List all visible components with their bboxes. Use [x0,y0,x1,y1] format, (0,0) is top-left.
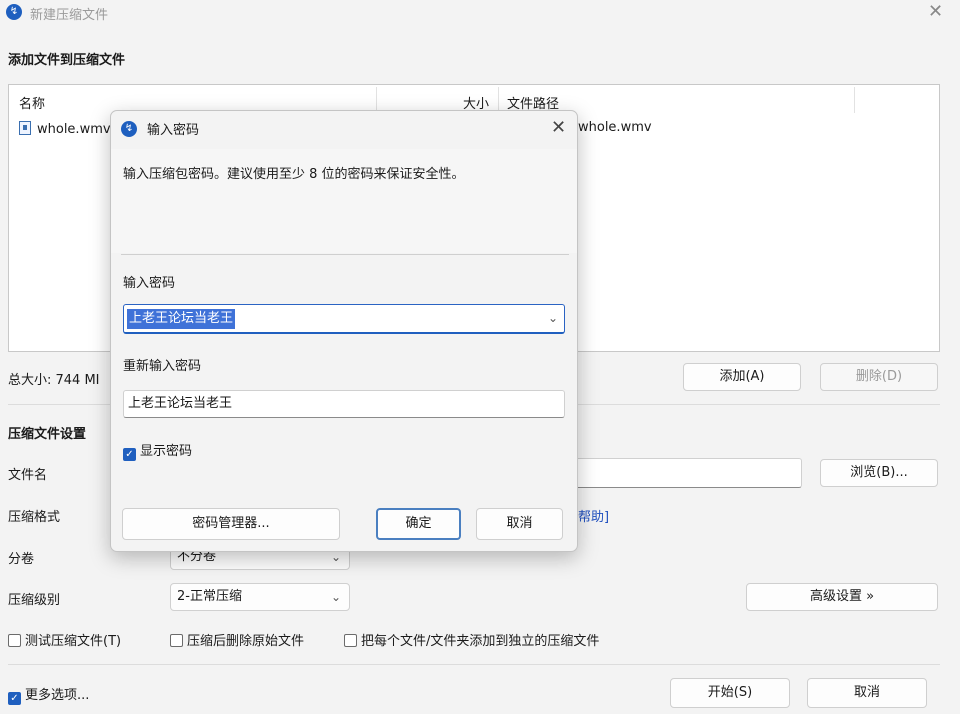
settings-title: 压缩文件设置 [8,427,87,442]
advanced-settings-button[interactable]: 高级设置 » [746,583,938,611]
level-value: 2-正常压缩 [177,589,242,604]
test-archive-checkbox[interactable]: 测试压缩文件(T) [8,630,121,649]
dialog-title: 输入密码 [147,123,200,138]
checkbox-icon [170,634,183,647]
divider [121,254,569,255]
file-name: whole.wmv [37,122,111,137]
start-button[interactable]: 开始(S) [670,678,790,708]
show-password-label: 显示密码 [140,444,193,459]
checkmark-icon: ✓ [8,692,21,705]
app-logo-icon: ↯ [121,121,137,137]
dialog-close-icon[interactable]: ✕ [551,119,566,137]
more-options-checkbox[interactable]: ✓ 更多选项... [8,684,89,705]
password-value-selected: 上老王论坛当老王 [127,309,236,329]
divider [8,664,940,665]
format-label: 压缩格式 [8,510,61,525]
level-select[interactable]: 2-正常压缩 ⌄ [170,583,350,611]
reenter-password-input[interactable]: 上老王论坛当老王 [123,390,565,418]
checkbox-icon [344,634,357,647]
reenter-password-label: 重新输入密码 [123,359,202,374]
total-size: 总大小: 744 MI [8,373,100,388]
password-combobox[interactable]: 上老王论坛当老王 ⌄ [123,304,565,334]
archive-window: ↯ 新建压缩文件 ✕ 添加文件到压缩文件 名称 大小 文件路径 whole.wm… [0,0,960,714]
app-logo-icon: ↯ [6,4,22,20]
test-archive-label: 测试压缩文件(T) [25,634,122,649]
split-label: 分卷 [8,552,35,567]
password-manager-button[interactable]: 密码管理器... [122,508,340,540]
password-label: 输入密码 [123,276,176,291]
checkbox-icon [8,634,21,647]
filename-label: 文件名 [8,468,48,483]
add-button[interactable]: 添加(A) [683,363,801,391]
checkmark-icon: ✓ [123,448,136,461]
add-files-title: 添加文件到压缩文件 [8,53,126,68]
delete-original-label: 压缩后删除原始文件 [187,634,305,649]
more-options-label: 更多选项... [25,688,90,703]
table-row[interactable]: whole.wmv [19,121,111,137]
delete-button[interactable]: 删除(D) [820,363,938,391]
delete-original-checkbox[interactable]: 压缩后删除原始文件 [170,630,304,649]
help-link[interactable]: 帮助] [578,506,609,525]
file-path: whole.wmv [578,120,652,135]
column-header-name[interactable]: 名称 [19,93,45,112]
ok-button[interactable]: 确定 [376,508,461,540]
dialog-cancel-button[interactable]: 取消 [476,508,563,540]
browse-button[interactable]: 浏览(B)... [820,459,938,487]
level-label: 压缩级别 [8,593,61,608]
video-file-icon [19,121,31,135]
column-divider [854,87,855,113]
password-dialog: ↯ 输入密码 ✕ 输入压缩包密码。建议使用至少 8 位的密码来保证安全性。 输入… [110,110,578,552]
separate-archives-label: 把每个文件/文件夹添加到独立的压缩文件 [361,634,600,649]
dialog-description: 输入压缩包密码。建议使用至少 8 位的密码来保证安全性。 [123,167,465,182]
separate-archives-checkbox[interactable]: 把每个文件/文件夹添加到独立的压缩文件 [344,630,599,649]
cancel-button[interactable]: 取消 [807,678,927,708]
window-close-icon[interactable]: ✕ [928,3,943,21]
window-title: 新建压缩文件 [30,8,109,23]
show-password-checkbox[interactable]: ✓ 显示密码 [123,440,192,461]
filename-input[interactable] [560,458,802,488]
chevron-down-icon[interactable]: ⌄ [548,311,558,325]
title-bar: ↯ 新建压缩文件 ✕ [0,0,960,26]
chevron-down-icon: ⌄ [330,590,341,604]
